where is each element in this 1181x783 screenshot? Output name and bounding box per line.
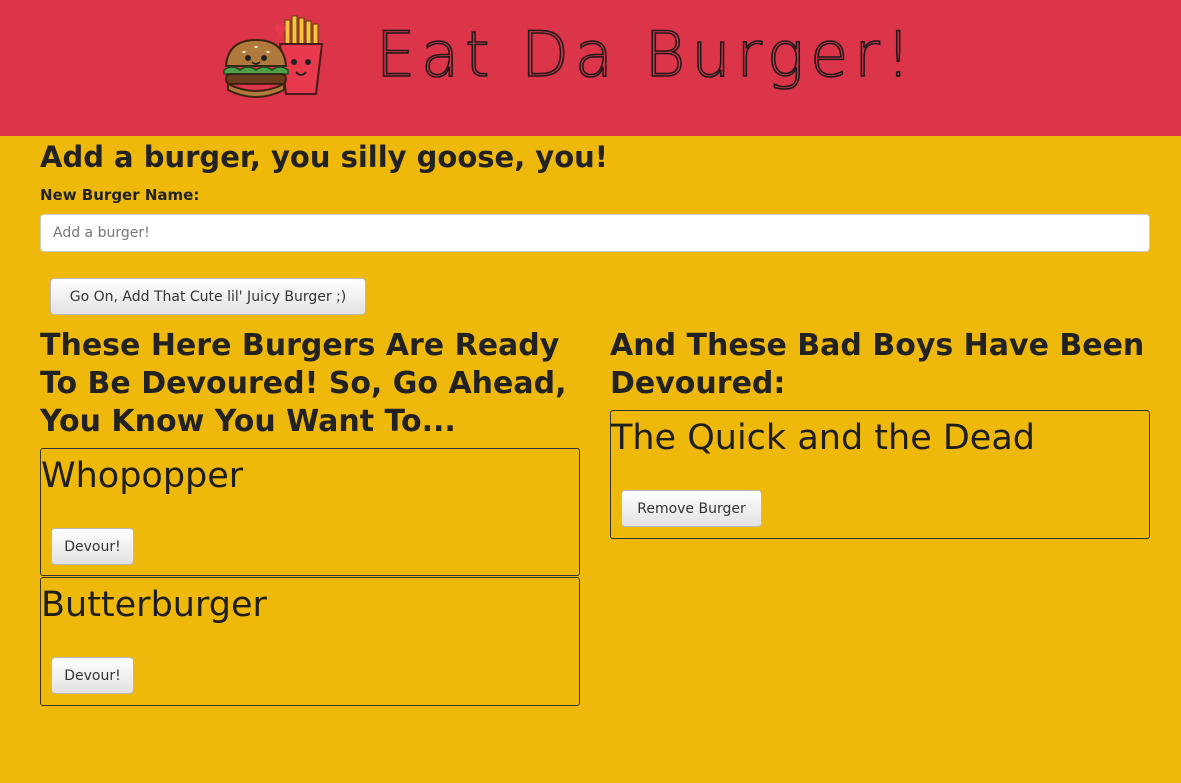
fries-icon — [278, 15, 324, 95]
ready-burgers-heading: These Here Burgers Are Ready To Be Devou… — [40, 328, 567, 439]
add-burger-button[interactable]: Go On, Add That Cute lil' Juicy Burger ;… — [50, 278, 366, 315]
site-title: Eat Da Burger! — [375, 17, 917, 92]
devoured-burgers-heading: And These Bad Boys Have Been Devoured: — [610, 328, 1145, 401]
devour-button[interactable]: Devour! — [51, 657, 134, 694]
burger-name: Whopopper — [41, 456, 244, 496]
burger-card: Butterburger Devour! — [40, 577, 580, 706]
burger-card: Whopopper Devour! — [40, 448, 580, 576]
burger-name: Butterburger — [41, 585, 267, 625]
devour-button[interactable]: Devour! — [51, 528, 134, 565]
burger-icon — [223, 38, 289, 98]
burger-name: The Quick and the Dead — [611, 418, 1035, 458]
burger-and-fries-logo — [223, 15, 324, 98]
burger-name-input[interactable] — [40, 214, 1150, 252]
remove-burger-button[interactable]: Remove Burger — [621, 490, 762, 527]
new-burger-name-label: New Burger Name: — [40, 186, 200, 204]
devoured-burger-card: The Quick and the Dead Remove Burger — [610, 410, 1150, 539]
heart-icon — [274, 25, 286, 36]
site-header: Eat Da Burger! — [0, 0, 1181, 136]
add-burger-heading: Add a burger, you silly goose, you! — [40, 140, 609, 174]
